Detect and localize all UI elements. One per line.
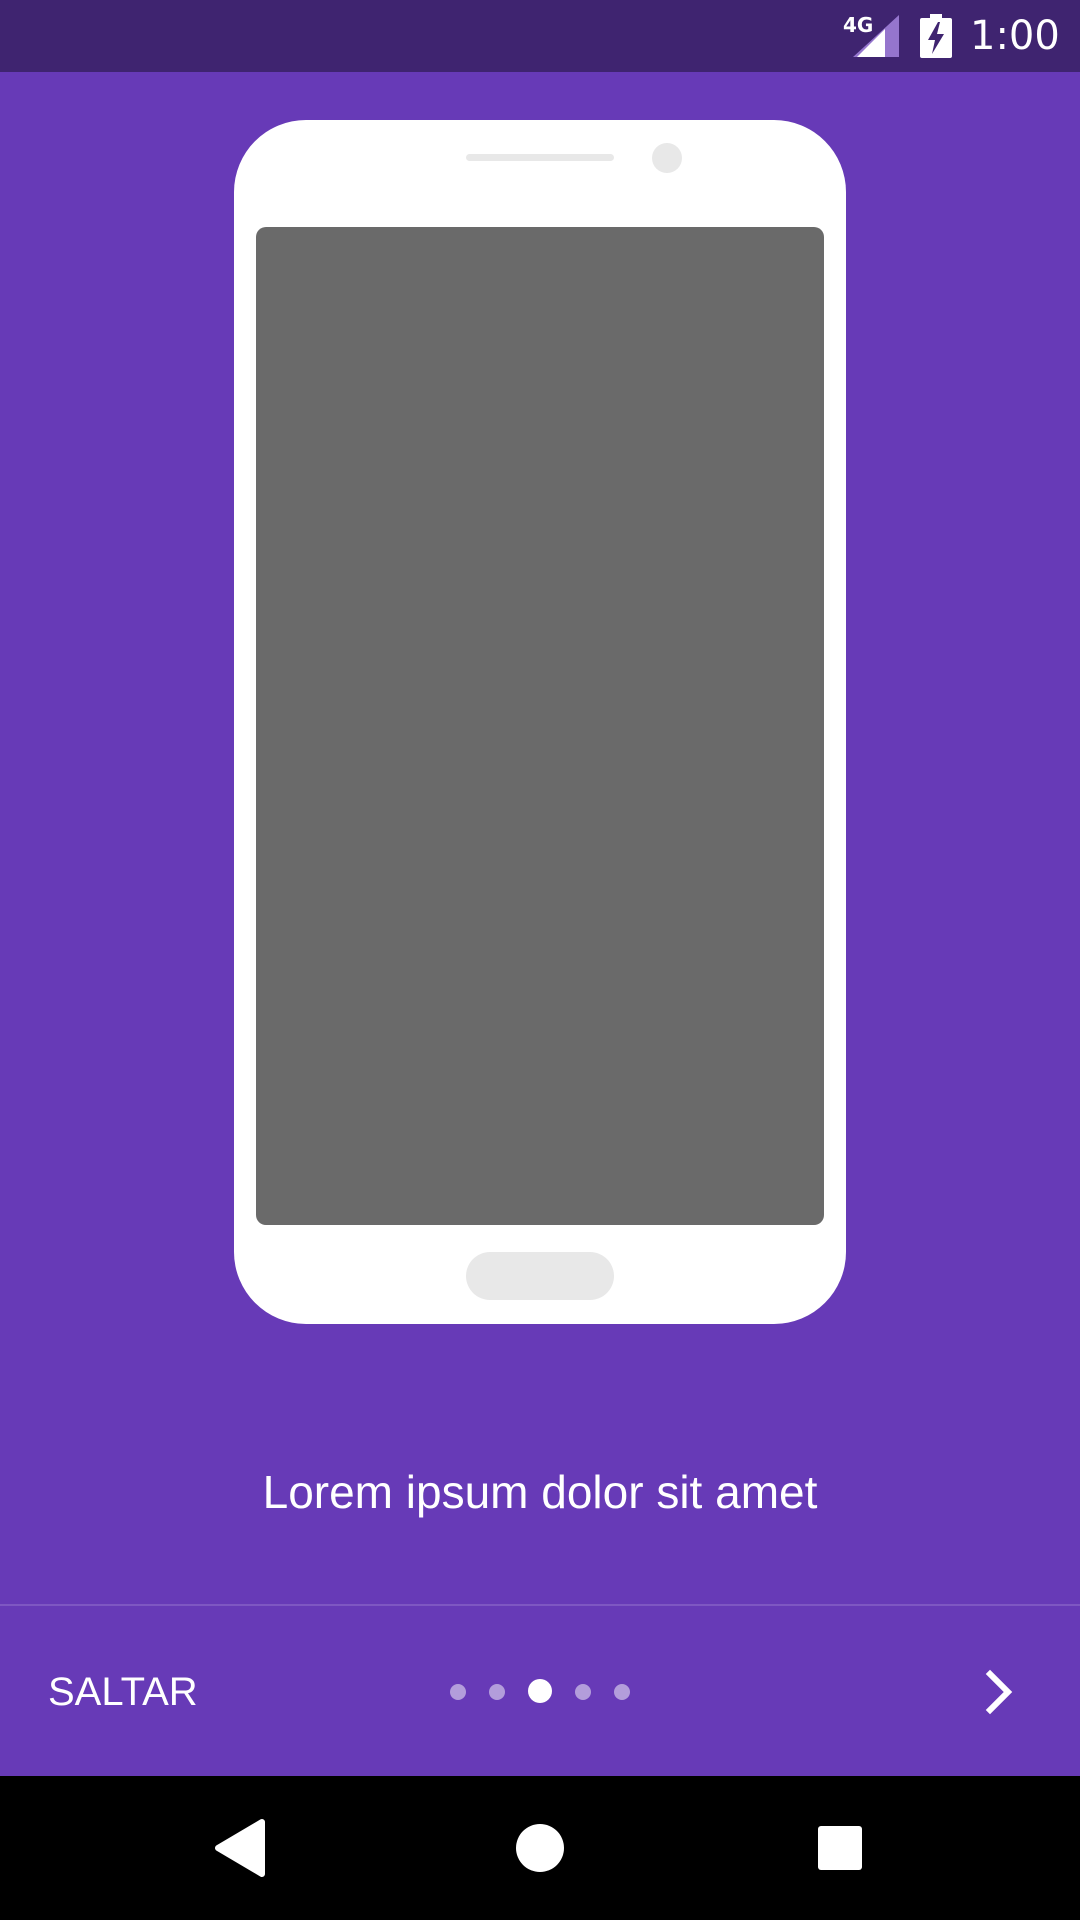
divider — [0, 1604, 1080, 1606]
onboarding-screen: 4G 1:00 Lorem ipsum dolor sit amet SALTA… — [0, 0, 1080, 1920]
recents-square-icon[interactable] — [798, 1806, 882, 1890]
home-circle-icon[interactable] — [498, 1806, 582, 1890]
cell-signal-icon — [853, 15, 899, 57]
back-triangle-icon[interactable] — [198, 1806, 282, 1890]
page-dot[interactable] — [614, 1684, 630, 1700]
system-nav-bar — [0, 1776, 1080, 1920]
slide-title: Lorem ipsum dolor sit amet — [262, 1466, 818, 1518]
phone-illustration — [234, 120, 846, 1324]
battery-charging-icon — [920, 14, 952, 58]
phone-speaker — [466, 154, 614, 161]
phone-home-button — [466, 1252, 614, 1300]
page-dot[interactable] — [575, 1684, 591, 1700]
clock: 1:00 — [970, 13, 1060, 59]
page-indicator — [430, 1676, 650, 1708]
phone-camera — [652, 143, 682, 173]
page-dot[interactable] — [450, 1684, 466, 1700]
phone-screen-placeholder — [256, 227, 824, 1225]
page-dot-active[interactable] — [528, 1679, 552, 1703]
page-dot[interactable] — [489, 1684, 505, 1700]
skip-button[interactable]: SALTAR — [30, 1660, 220, 1724]
status-bar: 4G 1:00 — [0, 0, 1080, 72]
chevron-right-icon[interactable] — [968, 1660, 1032, 1724]
